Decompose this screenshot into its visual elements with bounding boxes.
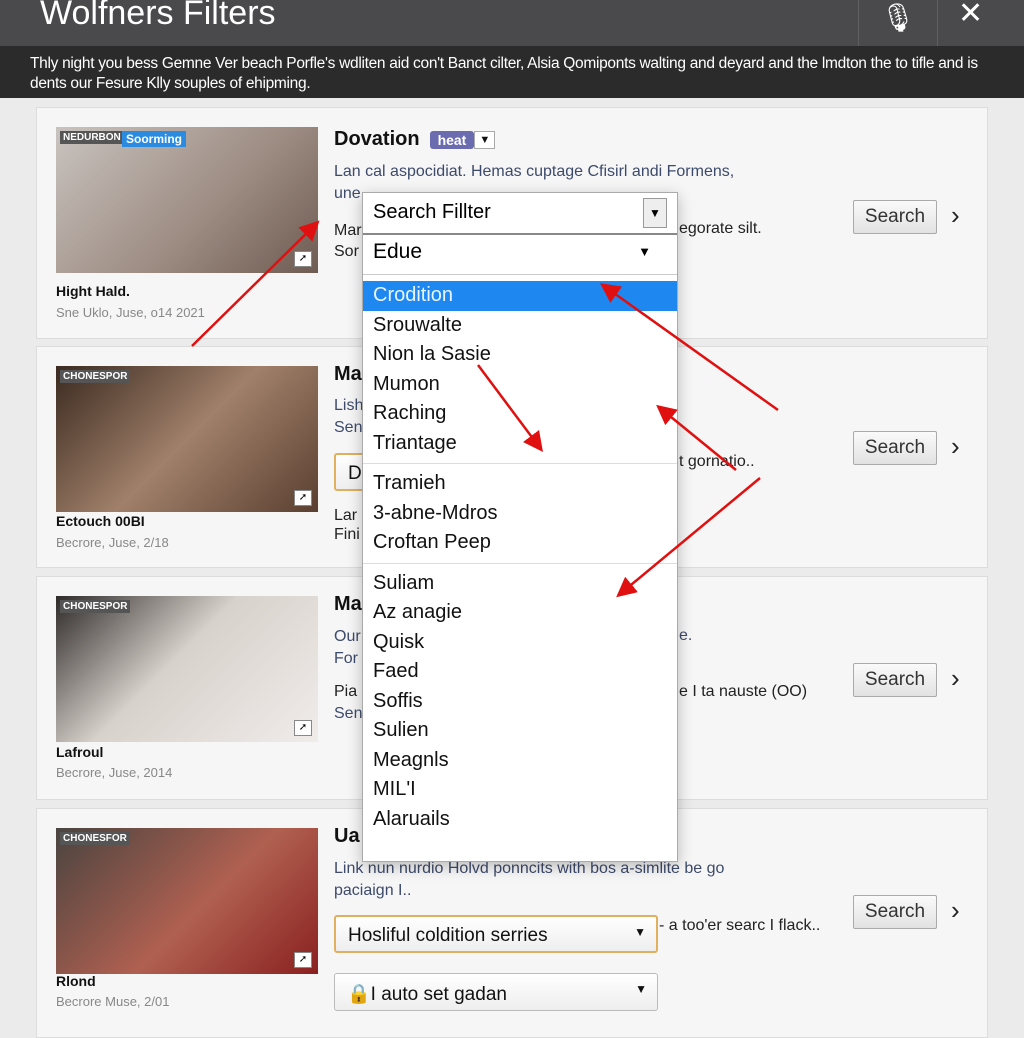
dropdown-option[interactable]: 3-abne-Mdros <box>363 499 677 529</box>
card-desc-right: e I ta nauste (OO) <box>679 683 808 700</box>
info-banner: Thly night you bess Gemne Ver beach Porf… <box>0 46 1024 98</box>
status-badge[interactable]: heat <box>429 130 475 149</box>
thumb-label: CHONESPOR <box>60 600 131 613</box>
item-name: Lafroul <box>56 744 104 760</box>
thumbnail-image[interactable]: NEDURBON Soorming ➚ <box>56 127 318 273</box>
dropdown-option[interactable]: Raching <box>363 399 677 429</box>
chevron-right-icon[interactable]: › <box>951 663 960 694</box>
thumb-label: NEDURBON <box>60 131 124 144</box>
card-desc: Pia <box>334 683 358 700</box>
item-name: Rlond <box>56 973 96 989</box>
option-separator <box>363 562 677 564</box>
thumb-badge: Soorming <box>122 131 186 147</box>
lock-icon: 🔒 <box>347 984 371 1005</box>
condition-select[interactable]: Hosliful coldition serries ▼ <box>334 915 658 953</box>
dropdown-option[interactable]: Sulien <box>363 716 677 746</box>
card-title: Ua <box>334 825 360 847</box>
item-date: Becrore, Juse, 2014 <box>56 765 173 780</box>
dropdown-arrow-icon: ▼ <box>638 244 651 259</box>
thumb-label: CHONESFOR <box>60 832 130 845</box>
close-icon[interactable]: ✕ <box>958 0 983 31</box>
card-title: Dovation heat ▼ <box>334 128 496 151</box>
expand-icon[interactable]: ➚ <box>294 720 312 736</box>
dropdown-option[interactable]: Nion la Sasie <box>363 340 677 370</box>
chevron-right-icon[interactable]: › <box>951 200 960 231</box>
search-button[interactable]: Search <box>853 895 937 929</box>
item-name: Hight Hald. <box>56 283 130 299</box>
option-list: Crodition Srouwalte Nion la Sasie Mumon Rach… <box>363 275 677 834</box>
dropdown-option[interactable]: Croftan Peep <box>363 528 677 558</box>
thumb-label: CHONESPOR <box>60 370 131 383</box>
dropdown-option[interactable]: Az anagie <box>363 598 677 628</box>
dropdown-option[interactable]: Faed <box>363 657 677 687</box>
card-desc-right: t gornatio.. <box>679 453 755 470</box>
dropdown-arrow-icon: ▼ <box>635 982 647 996</box>
card-desc: une <box>334 185 361 202</box>
chevron-right-icon[interactable]: › <box>951 431 960 462</box>
dropdown-option[interactable]: Mumon <box>363 370 677 400</box>
chevron-down-icon[interactable]: ▼ <box>643 198 667 228</box>
search-filter-dropdown[interactable]: Search Fillter ▼ Edue ▼ Crodition Srouwalte… <box>362 192 678 862</box>
search-button[interactable]: Search <box>853 663 937 697</box>
dropdown-option[interactable]: Tramieh <box>363 469 677 499</box>
dropdown-option[interactable]: Alaruails <box>363 805 677 835</box>
dropdown-option[interactable]: Crodition <box>363 281 677 311</box>
card-title: Ma <box>334 593 362 615</box>
item-name: Ectouch 00BI <box>56 513 145 529</box>
card-title-text: Dovation <box>334 128 420 150</box>
card-desc: Our <box>334 628 361 645</box>
title-bar: Wolfners Filters 🎙 ✕ <box>0 0 1024 46</box>
option-separator <box>363 463 677 464</box>
auto-set-select[interactable]: 🔒I auto set gadan ▼ <box>334 973 658 1011</box>
item-date: Becrore, Juse, 2/18 <box>56 535 169 550</box>
item-date: Sne Uklo, Juse, o14 2021 <box>56 305 205 320</box>
card-desc: Fini <box>334 526 360 543</box>
card-desc-right: e. <box>679 627 693 644</box>
thumbnail-image[interactable]: CHONESFOR ➚ <box>56 828 318 974</box>
search-button[interactable]: Search <box>853 431 937 465</box>
dropdown-option[interactable]: Srouwalte <box>363 311 677 341</box>
condition-select-value: Hosliful coldition serries <box>348 925 548 946</box>
auto-set-select-value: I auto set gadan <box>370 984 507 1005</box>
card-desc-right: - a too'er searc I flack.. <box>659 917 821 934</box>
card-desc-right: egorate silt. <box>679 220 762 237</box>
window-title: Wolfners Filters <box>40 0 276 32</box>
search-filter-header[interactable]: Search Fillter ▼ <box>363 193 677 235</box>
filter-value-select[interactable]: Edue ▼ <box>363 235 677 275</box>
card-desc: Lish <box>334 397 364 414</box>
thumbnail-image[interactable]: CHONESPOR ➚ <box>56 366 318 512</box>
search-button[interactable]: Search <box>853 200 937 234</box>
card-desc: Sor <box>334 243 359 260</box>
dropdown-option[interactable]: Quisk <box>363 628 677 658</box>
dropdown-option[interactable]: Meagnls <box>363 746 677 776</box>
expand-icon[interactable]: ➚ <box>294 490 312 506</box>
microphone-icon[interactable]: 🎙 <box>858 0 938 46</box>
card-desc: For <box>334 650 358 667</box>
chevron-down-icon[interactable]: ▼ <box>474 130 496 149</box>
chevron-right-icon[interactable]: › <box>951 895 960 926</box>
thumbnail-image[interactable]: CHONESPOR ➚ <box>56 596 318 742</box>
card-desc: paciaign I.. <box>334 882 412 899</box>
filter-value: Edue <box>373 240 423 263</box>
card-desc: Sen <box>334 419 363 436</box>
dropdown-option[interactable]: Suliam <box>363 569 677 599</box>
card-title: Ma <box>334 363 362 385</box>
item-date: Becrore Muse, 2/01 <box>56 994 170 1009</box>
card-desc: Mar <box>334 222 362 239</box>
card-desc: Sen <box>334 705 363 722</box>
search-filter-label: Search Fillter <box>373 201 491 223</box>
dropdown-option[interactable]: MIL'I <box>363 775 677 805</box>
expand-icon[interactable]: ➚ <box>294 952 312 968</box>
card-desc: Lan cal aspocidiat. Hemas cuptage Cfisir… <box>334 163 735 180</box>
dropdown-option[interactable]: Triantage <box>363 429 677 459</box>
expand-icon[interactable]: ➚ <box>294 251 312 267</box>
dropdown-option[interactable]: Soffis <box>363 687 677 717</box>
dropdown-arrow-icon: ▼ <box>634 925 646 939</box>
